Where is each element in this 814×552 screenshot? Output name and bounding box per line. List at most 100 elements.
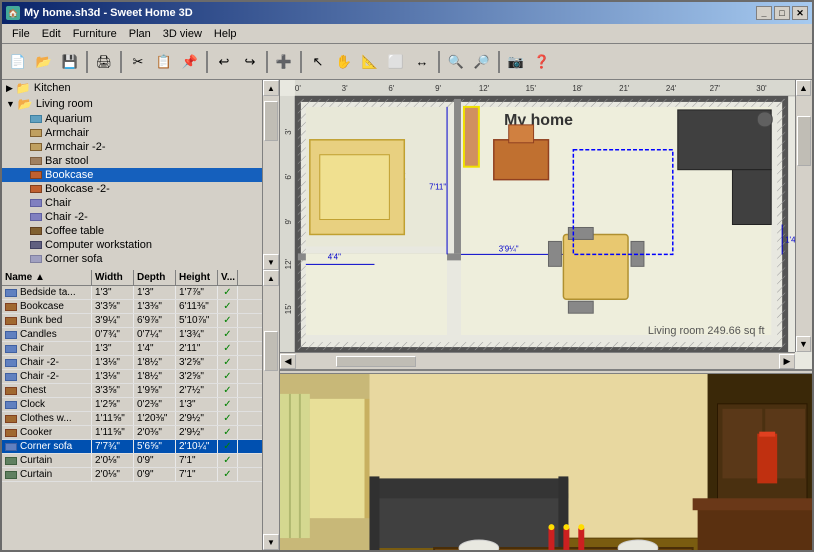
floorplan-vscrollbar[interactable]: ▲ ▼	[795, 80, 812, 352]
props-scroll-thumb[interactable]	[264, 331, 278, 371]
furniture-icon	[5, 289, 17, 297]
right-panel: 0' 3' 6' 9' 12' 15' 18' 21' 24' 27' 30' …	[280, 80, 812, 550]
vscroll-track[interactable]	[796, 96, 812, 336]
maximize-button[interactable]: □	[774, 6, 790, 20]
furniture-icon	[5, 387, 17, 395]
tree-scroll-up[interactable]: ▲	[263, 80, 279, 96]
open-button[interactable]: 📂	[32, 50, 56, 74]
cell-visible: ✓	[218, 468, 238, 481]
window-title: My home.sh3d - Sweet Home 3D	[24, 7, 193, 19]
props-row[interactable]: Curtain 2'0⅛" 0'9" 7'1" ✓	[2, 454, 262, 468]
props-row[interactable]: Bunk bed 3'9¼" 6'9⅞" 5'10⅞" ✓	[2, 314, 262, 328]
tree-item-coffeetable[interactable]: Coffee table	[2, 224, 262, 238]
props-scroll-track[interactable]	[263, 286, 279, 534]
props-row[interactable]: Bedside ta... 1'3" 1'3" 1'7⅞" ✓	[2, 286, 262, 300]
room-tool[interactable]: ⬜	[384, 50, 408, 74]
hscroll-track[interactable]	[296, 356, 779, 367]
props-row[interactable]: Chair -2- 1'3⅛" 1'8½" 3'2⅝" ✓	[2, 356, 262, 370]
help-button[interactable]: ❓	[530, 50, 554, 74]
cell-name: Bookcase	[2, 300, 92, 313]
tree-item-livingroom[interactable]: ▼ 📂 Living room	[2, 96, 262, 112]
add-furniture-button[interactable]: ➕	[272, 50, 296, 74]
tree-item-bookcase[interactable]: Bookcase	[2, 168, 262, 182]
photo-button[interactable]: 📷	[504, 50, 528, 74]
tree-item-armchair[interactable]: Armchair	[2, 126, 262, 140]
furniture-tree[interactable]: ▶ 📁 Kitchen ▼ 📂 Living room Aquarium	[2, 80, 262, 270]
col-height: Height	[176, 270, 218, 285]
tree-item-armchair2[interactable]: Armchair -2-	[2, 140, 262, 154]
3d-view[interactable]: Koruf.ru	[280, 374, 812, 550]
tree-item-chair2[interactable]: Chair -2-	[2, 210, 262, 224]
props-row[interactable]: Cooker 1'11⅝" 2'0⅜" 2'9½" ✓	[2, 426, 262, 440]
menu-help[interactable]: Help	[208, 26, 243, 42]
props-scroll-up[interactable]: ▲	[263, 270, 279, 286]
tree-scroll-track[interactable]	[263, 96, 279, 254]
props-scrollbar[interactable]: ▲ ▼	[262, 270, 279, 550]
tree-item-bookcase2[interactable]: Bookcase -2-	[2, 182, 262, 196]
wall-tool[interactable]: 📐	[358, 50, 382, 74]
tree-item-cornersofa[interactable]: Corner sofa	[2, 252, 262, 266]
menu-file[interactable]: File	[6, 26, 36, 42]
tree-item-chair[interactable]: Chair	[2, 196, 262, 210]
select-tool[interactable]: ↖	[306, 50, 330, 74]
cell-visible: ✓	[218, 286, 238, 299]
print-button[interactable]: 🖨	[92, 50, 116, 74]
tree-item-aquarium[interactable]: Aquarium	[2, 112, 262, 126]
menu-plan[interactable]: Plan	[123, 26, 157, 42]
props-scroll-down[interactable]: ▼	[263, 534, 279, 550]
vscroll-down[interactable]: ▼	[796, 336, 811, 352]
title-bar: 🏠 My home.sh3d - Sweet Home 3D _ □ ✕	[2, 2, 812, 24]
minimize-button[interactable]: _	[756, 6, 772, 20]
floor-plan[interactable]: 0' 3' 6' 9' 12' 15' 18' 21' 24' 27' 30' …	[280, 80, 812, 370]
props-row[interactable]: Clock 1'2⅝" 0'2⅜" 1'3" ✓	[2, 398, 262, 412]
props-row[interactable]: Curtain 2'0⅛" 0'9" 7'1" ✓	[2, 468, 262, 482]
props-row[interactable]: Bookcase 3'3⅝" 1'3⅜" 6'11⅜" ✓	[2, 300, 262, 314]
svg-text:30': 30'	[756, 84, 767, 93]
tree-item-barstool[interactable]: Bar stool	[2, 154, 262, 168]
menu-3dview[interactable]: 3D view	[157, 26, 208, 42]
tree-item-kitchen[interactable]: ▶ 📁 Kitchen	[2, 80, 262, 96]
zoom-out-button[interactable]: 🔎	[470, 50, 494, 74]
cut-button[interactable]: ✂	[126, 50, 150, 74]
props-row[interactable]: Chair 1'3" 1'4" 2'11" ✓	[2, 342, 262, 356]
vscroll-up[interactable]: ▲	[796, 80, 811, 96]
tree-scroll-thumb[interactable]	[264, 101, 278, 141]
paste-button[interactable]: 📌	[178, 50, 202, 74]
save-button[interactable]: 💾	[58, 50, 82, 74]
svg-text:4'4": 4'4"	[328, 252, 341, 261]
hscroll-right[interactable]: ▶	[779, 354, 795, 369]
undo-button[interactable]: ↩	[212, 50, 236, 74]
props-row[interactable]: Chair -2- 1'3⅛" 1'8½" 3'2⅝" ✓	[2, 370, 262, 384]
props-row[interactable]: Corner sofa 7'7¾" 5'6⅝" 2'10¼" ✓	[2, 440, 262, 454]
cell-width: 1'3⅛"	[92, 370, 134, 383]
svg-text:15': 15'	[526, 84, 537, 93]
props-row[interactable]: Clothes w... 1'11⅝" 1'20⅜" 2'9½" ✓	[2, 412, 262, 426]
svg-text:0': 0'	[295, 84, 301, 93]
app-icon: 🏠	[6, 6, 20, 20]
copy-button[interactable]: 📋	[152, 50, 176, 74]
svg-text:15': 15'	[284, 303, 293, 314]
props-row[interactable]: Chest 3'3⅝" 1'9⅝" 2'7½" ✓	[2, 384, 262, 398]
floorplan-hscrollbar[interactable]: ◀ ▶	[280, 352, 795, 369]
pan-tool[interactable]: ✋	[332, 50, 356, 74]
hscroll-left[interactable]: ◀	[280, 354, 296, 369]
menu-edit[interactable]: Edit	[36, 26, 67, 42]
cell-width: 1'11⅝"	[92, 426, 134, 439]
dimension-tool[interactable]: ↔	[410, 50, 434, 74]
cell-height: 1'3¾"	[176, 328, 218, 341]
props-row[interactable]: Candles 0'7¾" 0'7¼" 1'3¾" ✓	[2, 328, 262, 342]
vscroll-thumb[interactable]	[797, 116, 811, 166]
tree-scroll-down[interactable]: ▼	[263, 254, 279, 270]
redo-button[interactable]: ↪	[238, 50, 262, 74]
props-header: Name ▲ Width Depth Height V...	[2, 270, 262, 286]
menu-furniture[interactable]: Furniture	[67, 26, 123, 42]
zoom-in-button[interactable]: 🔍	[444, 50, 468, 74]
hscroll-thumb[interactable]	[336, 356, 416, 367]
new-button[interactable]: 📄	[6, 50, 30, 74]
cell-width: 7'7¾"	[92, 440, 134, 453]
cell-depth: 5'6⅝"	[134, 440, 176, 453]
tree-item-computer[interactable]: Computer workstation	[2, 238, 262, 252]
close-button[interactable]: ✕	[792, 6, 808, 20]
tree-scrollbar[interactable]: ▲ ▼	[262, 80, 279, 270]
properties-table[interactable]: Name ▲ Width Depth Height V... Bedside t…	[2, 270, 262, 550]
